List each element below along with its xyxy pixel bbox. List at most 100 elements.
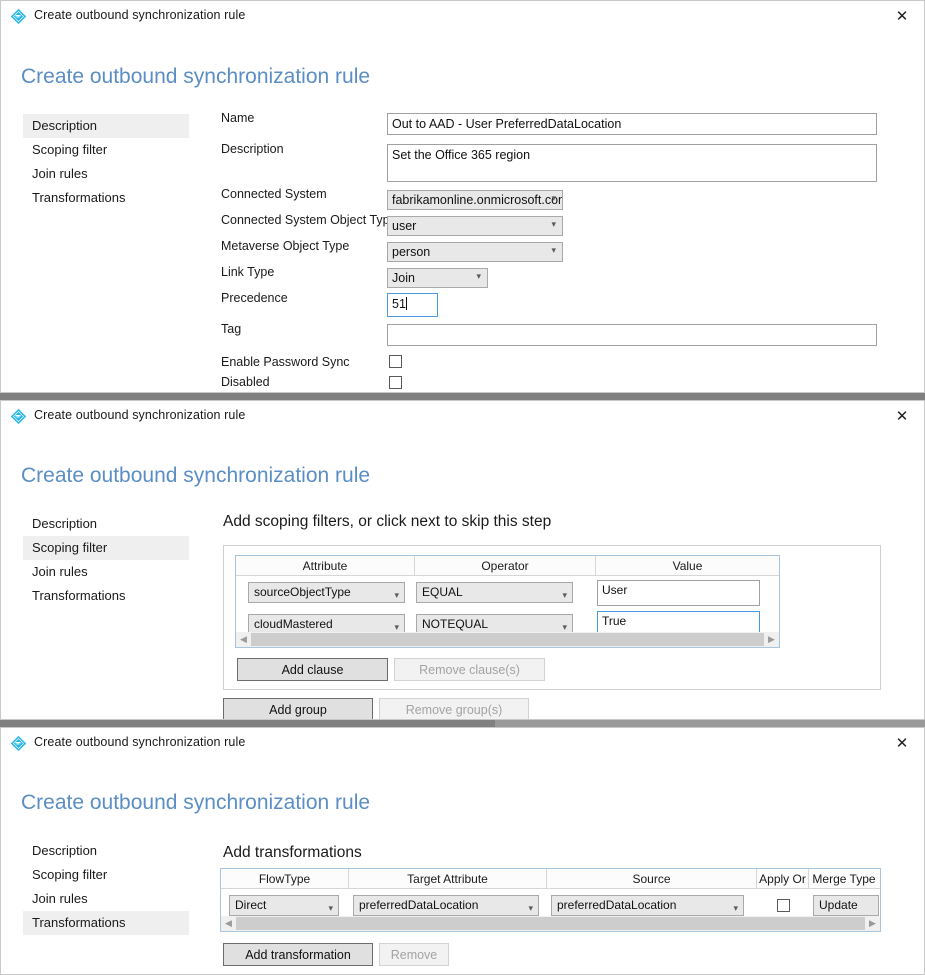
titlebar-panel2: Create outbound synchronization rule ✕: [1, 401, 924, 432]
description-input[interactable]: Set the Office 365 region: [387, 144, 877, 182]
titlebar-panel1: Create outbound synchronization rule ✕: [1, 1, 924, 32]
titlebar-panel3: Create outbound synchronization rule ✕: [1, 728, 924, 759]
chevron-down-icon: ▾: [551, 244, 556, 259]
connected-system-dropdown[interactable]: fabrikamonline.onmicrosoft.com ▾: [387, 190, 563, 210]
enable-password-sync-checkbox[interactable]: [389, 355, 402, 368]
sidebar-item-join-rules[interactable]: Join rules: [23, 560, 189, 584]
label-link-type: Link Type: [221, 265, 274, 279]
cell-operator: EQUAL ▾: [415, 582, 596, 603]
chevron-down-icon: ▾: [562, 587, 567, 603]
operator-value: NOTEQUAL: [422, 617, 488, 631]
attribute-value: sourceObjectType: [254, 585, 351, 599]
scoping-filter-grid: Attribute Operator Value sourceObjectTyp…: [235, 555, 780, 648]
transformations-heading: Add transformations: [223, 844, 362, 862]
grid-horizontal-scrollbar[interactable]: ◀ ▶: [221, 916, 880, 931]
cell-apply-or: [757, 899, 809, 912]
table-row: sourceObjectType ▾ EQUAL ▾ User: [236, 576, 779, 607]
disabled-checkbox[interactable]: [389, 376, 402, 389]
scroll-right-icon[interactable]: ▶: [764, 632, 779, 647]
link-type-dropdown[interactable]: Join ▾: [387, 268, 488, 288]
azure-ad-connect-diamond-icon: [10, 408, 27, 425]
window-transformations-step: Create outbound synchronization rule ✕ C…: [0, 727, 925, 975]
flowtype-dropdown[interactable]: Direct ▾: [229, 895, 339, 916]
sidebar-item-label: Join rules: [32, 891, 88, 906]
azure-ad-connect-diamond-icon: [10, 8, 27, 25]
attribute-value: cloudMastered: [254, 617, 333, 631]
sidebar-item-scoping-filter[interactable]: Scoping filter: [23, 138, 189, 162]
grid-header-row: FlowType Target Attribute Source Apply O…: [221, 869, 880, 889]
link-type-value: Join: [392, 271, 415, 285]
sidebar-item-scoping-filter[interactable]: Scoping filter: [23, 863, 189, 887]
sidebar-item-label: Scoping filter: [32, 867, 107, 882]
merge-type-value: Update: [819, 898, 858, 912]
page-title-panel2: Create outbound synchronization rule: [21, 464, 370, 488]
sidebar-item-join-rules[interactable]: Join rules: [23, 162, 189, 186]
close-button[interactable]: ✕: [880, 728, 924, 758]
scroll-right-icon[interactable]: ▶: [865, 916, 880, 931]
add-transformation-button[interactable]: Add transformation: [223, 943, 373, 966]
sidebar-item-scoping-filter[interactable]: Scoping filter: [23, 536, 189, 560]
column-header-target-attribute: Target Attribute: [349, 869, 547, 888]
scrollbar-thumb[interactable]: [251, 633, 764, 646]
scrollbar-thumb[interactable]: [236, 917, 865, 930]
close-button[interactable]: ✕: [880, 401, 924, 431]
precedence-input[interactable]: 51: [387, 293, 438, 317]
sidebar-item-transformations[interactable]: Transformations: [23, 186, 189, 210]
chevron-down-icon: ▾: [733, 900, 738, 916]
operator-dropdown[interactable]: EQUAL ▾: [416, 582, 573, 603]
merge-type-dropdown[interactable]: Update: [813, 895, 879, 916]
sidebar-item-transformations[interactable]: Transformations: [23, 584, 189, 608]
grid-horizontal-scrollbar[interactable]: ◀ ▶: [236, 632, 779, 647]
label-connected-system-object-type: Connected System Object Type: [221, 213, 397, 227]
sidebar-item-join-rules[interactable]: Join rules: [23, 887, 189, 911]
chevron-down-icon: ▾: [551, 218, 556, 233]
sidebar-item-description[interactable]: Description: [23, 512, 189, 536]
remove-transformation-button[interactable]: Remove: [379, 943, 449, 966]
remove-clause-button[interactable]: Remove clause(s): [394, 658, 545, 681]
add-group-button[interactable]: Add group: [223, 698, 373, 720]
label-enable-password-sync: Enable Password Sync: [221, 355, 350, 369]
metaverse-object-type-value: person: [392, 245, 430, 259]
column-header-value: Value: [596, 556, 779, 575]
sidebar-item-label: Join rules: [32, 166, 88, 181]
close-icon: ✕: [896, 409, 909, 424]
cell-attribute: sourceObjectType ▾: [236, 582, 415, 603]
chevron-down-icon: ▾: [476, 270, 481, 285]
window-title: Create outbound synchronization rule: [34, 735, 245, 749]
label-disabled: Disabled: [221, 375, 270, 389]
apply-once-checkbox[interactable]: [777, 899, 790, 912]
screenshot-root: Create outbound synchronization rule ✕ C…: [0, 0, 925, 975]
close-button[interactable]: ✕: [880, 1, 924, 31]
name-input[interactable]: Out to AAD - User PreferredDataLocation: [387, 113, 877, 135]
chevron-down-icon: ▾: [551, 192, 556, 207]
source-dropdown[interactable]: preferredDataLocation ▾: [551, 895, 744, 916]
sidebar-item-description[interactable]: Description: [23, 114, 189, 138]
chevron-down-icon: ▾: [394, 587, 399, 603]
step-nav-panel1: Description Scoping filter Join rules Tr…: [23, 114, 189, 210]
sidebar-item-description[interactable]: Description: [23, 839, 189, 863]
attribute-dropdown[interactable]: sourceObjectType ▾: [248, 582, 405, 603]
column-header-source: Source: [547, 869, 757, 888]
metaverse-object-type-dropdown[interactable]: person ▾: [387, 242, 563, 262]
transformations-grid: FlowType Target Attribute Source Apply O…: [220, 868, 881, 932]
target-attribute-dropdown[interactable]: preferredDataLocation ▾: [353, 895, 539, 916]
tag-input[interactable]: [387, 324, 877, 346]
label-metaverse-object-type: Metaverse Object Type: [221, 239, 349, 253]
label-precedence: Precedence: [221, 291, 288, 305]
window-scoping-filter-step: Create outbound synchronization rule ✕ C…: [0, 400, 925, 720]
connected-system-object-type-dropdown[interactable]: user ▾: [387, 216, 563, 236]
add-clause-button[interactable]: Add clause: [237, 658, 388, 681]
window-title: Create outbound synchronization rule: [34, 408, 245, 422]
sidebar-item-transformations[interactable]: Transformations: [23, 911, 189, 935]
grid-header-row: Attribute Operator Value: [236, 556, 779, 576]
azure-ad-connect-diamond-icon: [10, 735, 27, 752]
scroll-left-icon[interactable]: ◀: [236, 632, 251, 647]
remove-group-button[interactable]: Remove group(s): [379, 698, 529, 720]
value-input[interactable]: User: [597, 580, 760, 606]
column-header-apply-or: Apply Or: [757, 869, 809, 888]
cell-value: User: [596, 580, 779, 606]
precedence-value: 51: [392, 297, 406, 311]
column-header-flowtype: FlowType: [221, 869, 349, 888]
window-description-step: Create outbound synchronization rule ✕ C…: [0, 0, 925, 393]
scroll-left-icon[interactable]: ◀: [221, 916, 236, 931]
